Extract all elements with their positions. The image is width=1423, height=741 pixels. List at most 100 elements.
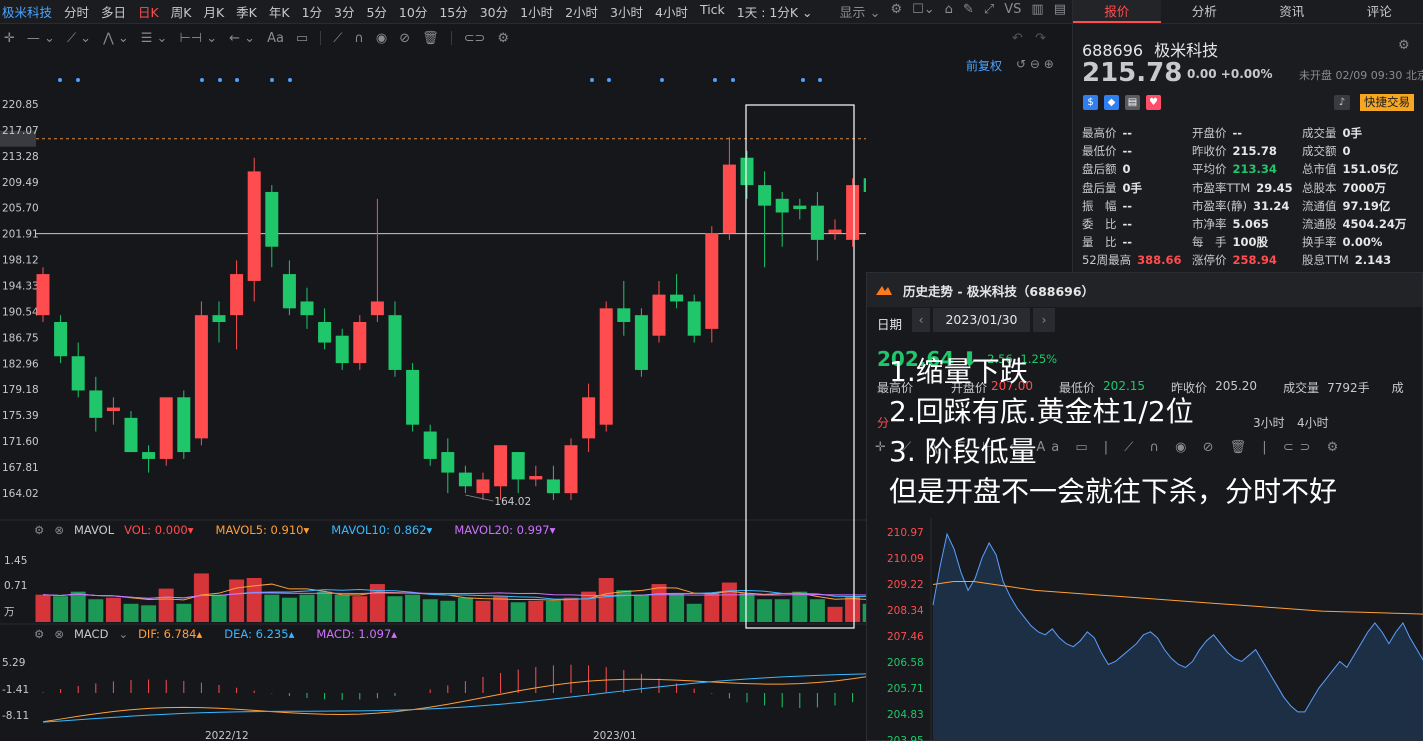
trash-icon[interactable]: 🗑 [422,31,439,46]
magnet-icon[interactable]: ∩ [354,31,364,46]
candle [476,472,490,500]
volume-bar [299,594,315,622]
gear-icon[interactable]: ⚙ [1398,38,1410,53]
candle-body [71,356,85,391]
note-tool-icon[interactable]: ▭ [296,31,308,46]
period-tab[interactable]: 季K [230,2,263,21]
square-icon[interactable]: ☐⌄ [912,2,935,21]
prev-date-button[interactable]: ‹ [912,308,930,332]
period-tab[interactable]: 15分 [433,2,473,21]
period-tab[interactable]: 日K [132,2,165,21]
date-input[interactable]: 2023/01/30 [933,308,1030,332]
quick-trade-button[interactable]: 快捷交易 [1360,94,1414,111]
mavol5-value: 0.910 [270,523,304,537]
fib-tool-icon[interactable]: ☰ ⌄ [141,31,168,46]
camera-icon[interactable]: ⌂ [945,2,953,21]
ruler-icon[interactable]: ⟋ [333,31,342,46]
adjust-label[interactable]: 前复权 [966,57,1002,74]
quote-label: 流通值 [1302,198,1337,213]
quote-tab[interactable]: 评论 [1336,0,1423,23]
dollar-icon[interactable]: $ [1083,95,1098,110]
polyline-tool-icon[interactable]: ⋀ ⌄ [103,31,129,46]
period-tab[interactable]: 1小时 [514,2,559,21]
volume-bar [510,602,526,622]
volume-bar [211,594,227,622]
period-tab[interactable]: 30分 [474,2,514,21]
next-date-button[interactable]: › [1033,308,1055,332]
price-tick-label: 198.12 [2,255,39,267]
period-tab[interactable]: Tick [694,2,731,21]
fullscreen-icon[interactable]: ⤢ [984,2,994,21]
compare-icon[interactable]: VS [1004,2,1021,21]
candles [36,137,866,500]
candle-body [511,452,525,480]
period-tab[interactable]: 月K [197,2,230,21]
quote-label: 每 手 [1192,235,1227,250]
line-tool-icon[interactable]: — ⌄ [27,31,55,46]
book-icon[interactable]: ▥ [1031,2,1043,21]
settings-icon[interactable]: ⚙ [890,2,902,21]
period-tab[interactable]: 4小时 [649,2,694,21]
period-tab[interactable]: 1分 [296,2,328,21]
intraday-chart[interactable]: 210.97 210.09 209.22 208.34 207.46 206.58 205.… [867,518,1423,741]
volume-bar [651,584,667,622]
candle [599,301,613,432]
period-tab[interactable]: 分时 [58,2,95,21]
intraday-tick-label: 208.34 [887,605,924,617]
bell-icon[interactable]: ♪ [1334,95,1350,110]
display-dropdown[interactable]: 显示 ⌄ [839,2,880,21]
undo-redo-icons[interactable]: ↶ ↷ [1012,31,1046,46]
quote-value: 97.19亿 [1342,198,1391,213]
quote-row: 最高价 -- 开盘价 -- 成交量 0手 [1082,124,1412,142]
annotation-text: 1.缩量下跌 2.回踩有底.黄金柱1/2位 3. 阶段低量 但是开盘不一会就往下… [889,352,1337,512]
popup-tab-partial[interactable]: 分 [877,414,889,431]
volume-bar [845,596,861,622]
volume-bar [809,599,825,622]
quote-tab[interactable]: 报价 [1073,0,1161,23]
event-marker [218,78,222,82]
pencil-icon[interactable]: ✎ [963,2,974,21]
volume-bar [545,600,561,622]
quote-value: 388.66 [1137,253,1182,268]
doc-icon[interactable]: ▤ [1125,95,1140,110]
close-icon[interactable]: ⊗ [54,523,64,537]
gear-icon[interactable]: ⚙ [34,627,44,641]
stock-name-label[interactable]: 极米科技 [0,2,58,21]
draw-settings-icon[interactable]: ⚙ [497,31,509,46]
vol-value: 0.000 [154,523,188,537]
eye-icon[interactable]: ◉ [376,31,387,46]
candle-body [282,274,296,309]
period-tab[interactable]: 3分 [328,2,360,21]
hide-icon[interactable]: ⊘ [399,31,410,46]
arrow-tool-icon[interactable]: ← ⌄ [229,31,255,46]
event-marker [607,78,611,82]
gear-icon[interactable]: ⚙ [34,523,44,537]
zoom-controls[interactable]: ↺ ⊖ ⊕ [1016,57,1054,71]
range-tool-icon[interactable]: ⊢⊣ ⌄ [179,31,217,46]
tag-icon[interactable]: ◆ [1104,95,1119,110]
link-icon[interactable]: ⊂⊃ [464,31,486,46]
period-tab[interactable]: 3小时 [604,2,649,21]
period-tab[interactable]: 2小时 [559,2,604,21]
chevron-down-icon[interactable]: ⌄ [118,627,128,641]
period-tab[interactable]: 多日 [95,2,132,21]
period-tab[interactable]: 1天 : 1分K ⌄ [731,2,819,21]
quote-value: 4504.24万 [1342,217,1407,232]
period-tab[interactable]: 10分 [393,2,433,21]
candle [670,274,684,309]
crosshair-icon[interactable]: ✛ [4,31,15,46]
period-tab[interactable]: 年K [263,2,296,21]
quote-tab[interactable]: 资讯 [1248,0,1336,23]
quote-tab[interactable]: 分析 [1161,0,1249,23]
period-tab[interactable]: 周K [165,2,198,21]
close-icon[interactable]: ⊗ [54,627,64,641]
volume-bar [422,599,438,622]
quote-row: 委 比 -- 市净率 5.065 流通股 4504.24万 [1082,215,1412,233]
volume-bar [193,573,209,622]
trend-tool-icon[interactable]: ⟋ ⌄ [67,31,91,46]
text-tool-icon[interactable]: Aa [267,31,284,46]
period-tab[interactable]: 5分 [360,2,392,21]
quote-grid: 最高价 -- 开盘价 -- 成交量 0手 最低价 -- 昨收价 215.78 成交额 0 盘后额 0 平均价… [1082,124,1412,270]
heart-icon[interactable]: ♥ [1146,95,1161,110]
message-icon[interactable]: ▤ [1054,2,1066,21]
